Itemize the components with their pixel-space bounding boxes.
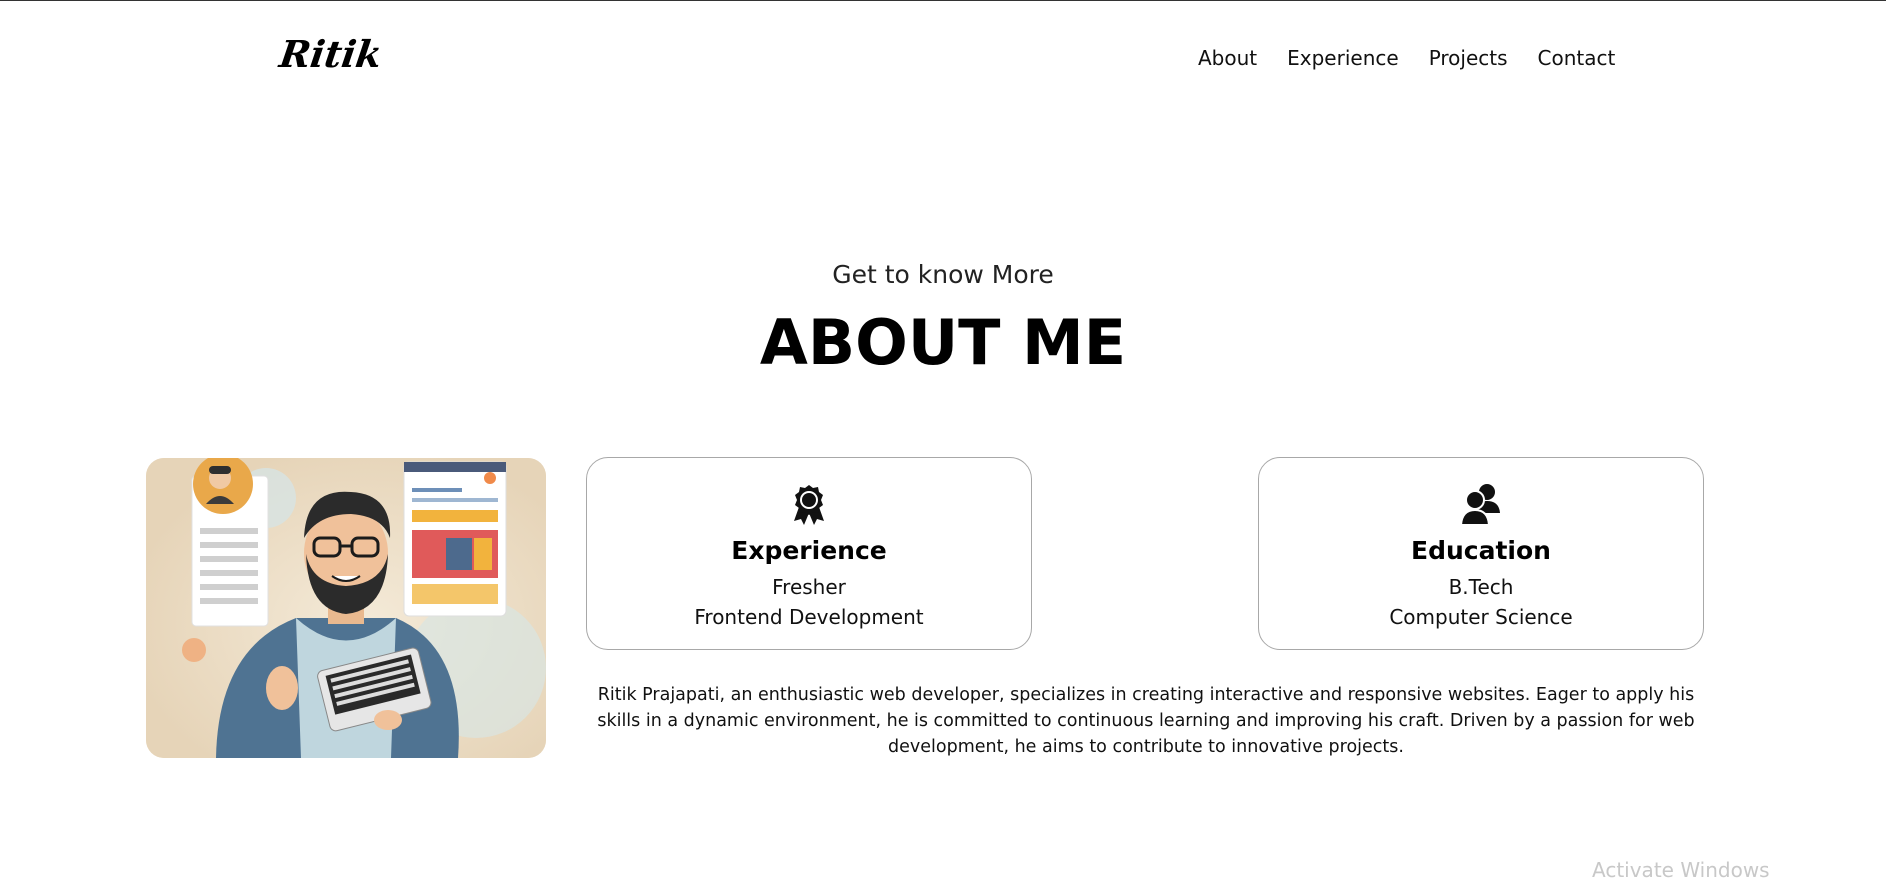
section-title: ABOUT ME (759, 306, 1127, 379)
section-subtitle: Get to know More (832, 260, 1054, 289)
education-title: Education (1411, 536, 1551, 565)
experience-card: Experience Fresher Frontend Development (586, 457, 1032, 650)
award-icon (587, 483, 1031, 525)
nav-projects[interactable]: Projects (1429, 46, 1508, 70)
nav-contact[interactable]: Contact (1538, 46, 1616, 70)
activate-windows-watermark: Activate Windows (1592, 858, 1770, 882)
experience-title: Experience (731, 536, 887, 565)
about-illustration (146, 458, 546, 758)
education-field: Computer Science (1389, 605, 1573, 629)
education-degree: B.Tech (1448, 575, 1514, 599)
top-border (0, 0, 1886, 1)
education-card: Education B.Tech Computer Science (1258, 457, 1704, 650)
about-bio: Ritik Prajapati, an enthusiastic web dev… (597, 685, 1695, 757)
experience-level: Fresher (772, 575, 846, 599)
nav-about[interactable]: About (1198, 46, 1257, 70)
logo[interactable]: Ritik (277, 32, 385, 76)
nav-experience[interactable]: Experience (1287, 46, 1399, 70)
experience-field: Frontend Development (694, 605, 924, 629)
users-icon (1259, 483, 1703, 525)
top-nav: About Experience Projects Contact (1198, 46, 1615, 70)
developer-illustration (146, 458, 546, 758)
